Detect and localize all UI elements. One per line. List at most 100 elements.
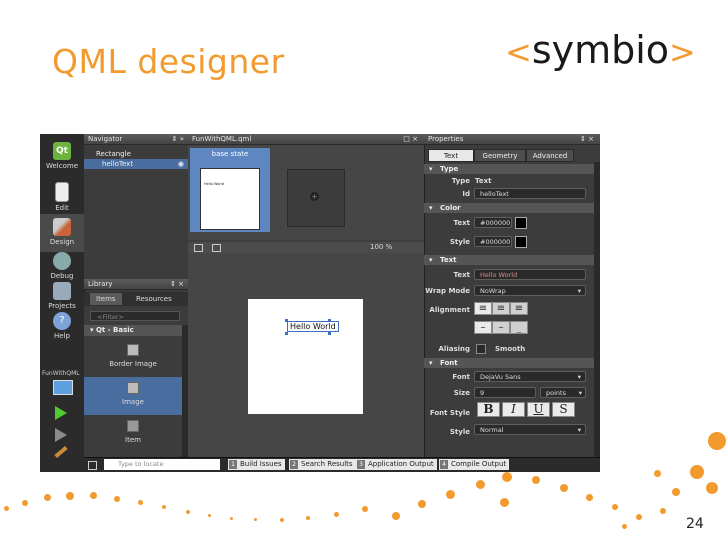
- section-type[interactable]: Type: [424, 164, 594, 174]
- library-item-border-image[interactable]: Border Image: [84, 339, 182, 377]
- underline-button[interactable]: U: [527, 402, 550, 417]
- mode-edit[interactable]: Edit: [40, 178, 84, 216]
- select-tool-icon[interactable]: [194, 244, 203, 252]
- slide-title: QML designer: [52, 42, 285, 81]
- item-icon: [127, 420, 139, 432]
- tree-item-hellotext[interactable]: helloText ◉: [84, 159, 188, 169]
- italic-button[interactable]: I: [502, 402, 525, 417]
- tab-items[interactable]: Items: [90, 293, 122, 305]
- toggle-sidebar-icon[interactable]: [88, 461, 97, 470]
- target-monitor-icon[interactable]: [53, 380, 73, 395]
- font-style-label: Font Style: [429, 409, 470, 417]
- qt-creator-window: Qt Welcome Edit Design Debug Projects ? …: [40, 134, 600, 472]
- run-icon[interactable]: [55, 406, 67, 420]
- hello-text-item[interactable]: Hello World: [287, 321, 339, 332]
- resize-handle[interactable]: [328, 319, 331, 322]
- properties-tabs: Text Geometry Advanced: [424, 149, 600, 162]
- properties-scrollbar[interactable]: [594, 162, 600, 457]
- locate-input[interactable]: Type to locate: [104, 459, 220, 470]
- image-icon: [127, 382, 139, 394]
- resize-handle[interactable]: [285, 319, 288, 322]
- decor-dot: [706, 482, 718, 494]
- application-output-button[interactable]: 3 Application Output: [356, 459, 437, 470]
- anchor-tool-icon[interactable]: [212, 244, 221, 252]
- decor-dot: [672, 488, 680, 496]
- decor-dot: [114, 496, 120, 502]
- size-spinbox[interactable]: 9: [474, 387, 536, 398]
- state-thumbnail: [200, 168, 260, 230]
- size-unit-select[interactable]: points ▾: [540, 387, 586, 398]
- tab-text[interactable]: Text: [428, 149, 474, 162]
- section-font[interactable]: Font: [424, 358, 594, 368]
- mode-design[interactable]: Design: [40, 214, 84, 252]
- decor-dot: [392, 512, 400, 520]
- font-select[interactable]: DejaVu Sans ▾: [474, 371, 586, 382]
- search-results-button[interactable]: 2 Search Results: [289, 459, 356, 470]
- decor-dot: [66, 492, 74, 500]
- library-item-item[interactable]: Item: [84, 415, 182, 453]
- close-document-icon[interactable]: □ ×: [403, 134, 418, 145]
- compile-output-button[interactable]: 4 Compile Output: [439, 459, 510, 470]
- tab-resources[interactable]: Resources: [130, 293, 178, 305]
- align-right-button[interactable]: ≡: [510, 302, 528, 315]
- zoom-level[interactable]: 100 %: [370, 242, 392, 253]
- add-state-icon[interactable]: +: [310, 192, 319, 201]
- alignment-label: Alignment: [429, 306, 470, 314]
- valign-center-button[interactable]: –: [492, 321, 510, 334]
- mode-help[interactable]: ? Help: [40, 308, 84, 346]
- color-text-field[interactable]: #000000: [474, 217, 512, 228]
- color-style-field[interactable]: #000000: [474, 236, 512, 247]
- align-left-button[interactable]: ≡: [474, 302, 492, 315]
- smooth-checkbox[interactable]: [476, 344, 486, 354]
- style-select[interactable]: Normal ▾: [474, 424, 586, 435]
- align-center-button[interactable]: ≡: [492, 302, 510, 315]
- visibility-eye-icon[interactable]: ◉: [178, 159, 184, 169]
- tab-advanced[interactable]: Advanced: [526, 149, 574, 162]
- color-text-swatch[interactable]: [515, 217, 527, 229]
- section-color[interactable]: Color: [424, 203, 594, 213]
- build-issues-button[interactable]: 1 Build Issues: [228, 459, 285, 470]
- library-menu-icon[interactable]: ⇕ ×: [170, 279, 184, 290]
- id-field[interactable]: helloText: [474, 188, 586, 199]
- decor-dot: [418, 500, 426, 508]
- tab-geometry[interactable]: Geometry: [474, 149, 526, 162]
- library-item-image[interactable]: Image: [84, 377, 182, 415]
- color-text-label: Text: [453, 219, 470, 227]
- decor-dot: [138, 500, 143, 505]
- library-category[interactable]: ▾ Qt - Basic: [84, 325, 182, 336]
- logo-bracket-open: <: [505, 33, 532, 71]
- build-hammer-icon[interactable]: [54, 445, 68, 459]
- document-tab[interactable]: FunWithQML.qml □ ×: [188, 134, 424, 145]
- debug-run-icon[interactable]: [55, 428, 67, 442]
- resize-handle[interactable]: [328, 332, 331, 335]
- strikeout-button[interactable]: S: [552, 402, 575, 417]
- properties-menu-icon[interactable]: ⇕ ×: [580, 134, 594, 145]
- library-filter-input[interactable]: <Filter>: [90, 311, 180, 321]
- page-number: 24: [686, 516, 704, 532]
- decor-dot: [162, 505, 166, 509]
- border-image-icon: [127, 344, 139, 356]
- navigator-panel: Rectangle helloText ◉: [84, 145, 188, 279]
- wrap-mode-select[interactable]: NoWrap ▾: [474, 285, 586, 296]
- valign-bottom-button[interactable]: _: [510, 321, 528, 334]
- mode-welcome[interactable]: Qt Welcome: [40, 138, 84, 176]
- decor-dot: [502, 472, 512, 482]
- design-pen-icon: [53, 218, 71, 236]
- bold-button[interactable]: B: [477, 402, 500, 417]
- decor-dot: [690, 465, 704, 479]
- text-field[interactable]: Hello World: [474, 269, 586, 280]
- library-header: Library ⇕ ×: [84, 279, 188, 290]
- navigator-menu-icon[interactable]: ⇕ »: [172, 134, 184, 145]
- decor-dot: [446, 490, 455, 499]
- resize-handle[interactable]: [285, 332, 288, 335]
- qt-logo-icon: Qt: [53, 142, 71, 160]
- tree-item-rectangle[interactable]: Rectangle: [84, 149, 188, 159]
- valign-top-button[interactable]: –: [474, 321, 492, 334]
- section-text[interactable]: Text: [424, 255, 594, 265]
- color-style-swatch[interactable]: [515, 236, 527, 248]
- id-label: Id: [462, 190, 470, 198]
- root-rectangle[interactable]: [248, 299, 363, 414]
- decor-dot: [186, 510, 190, 514]
- wrap-mode-label: Wrap Mode: [425, 287, 470, 295]
- color-style-label: Style: [449, 238, 470, 246]
